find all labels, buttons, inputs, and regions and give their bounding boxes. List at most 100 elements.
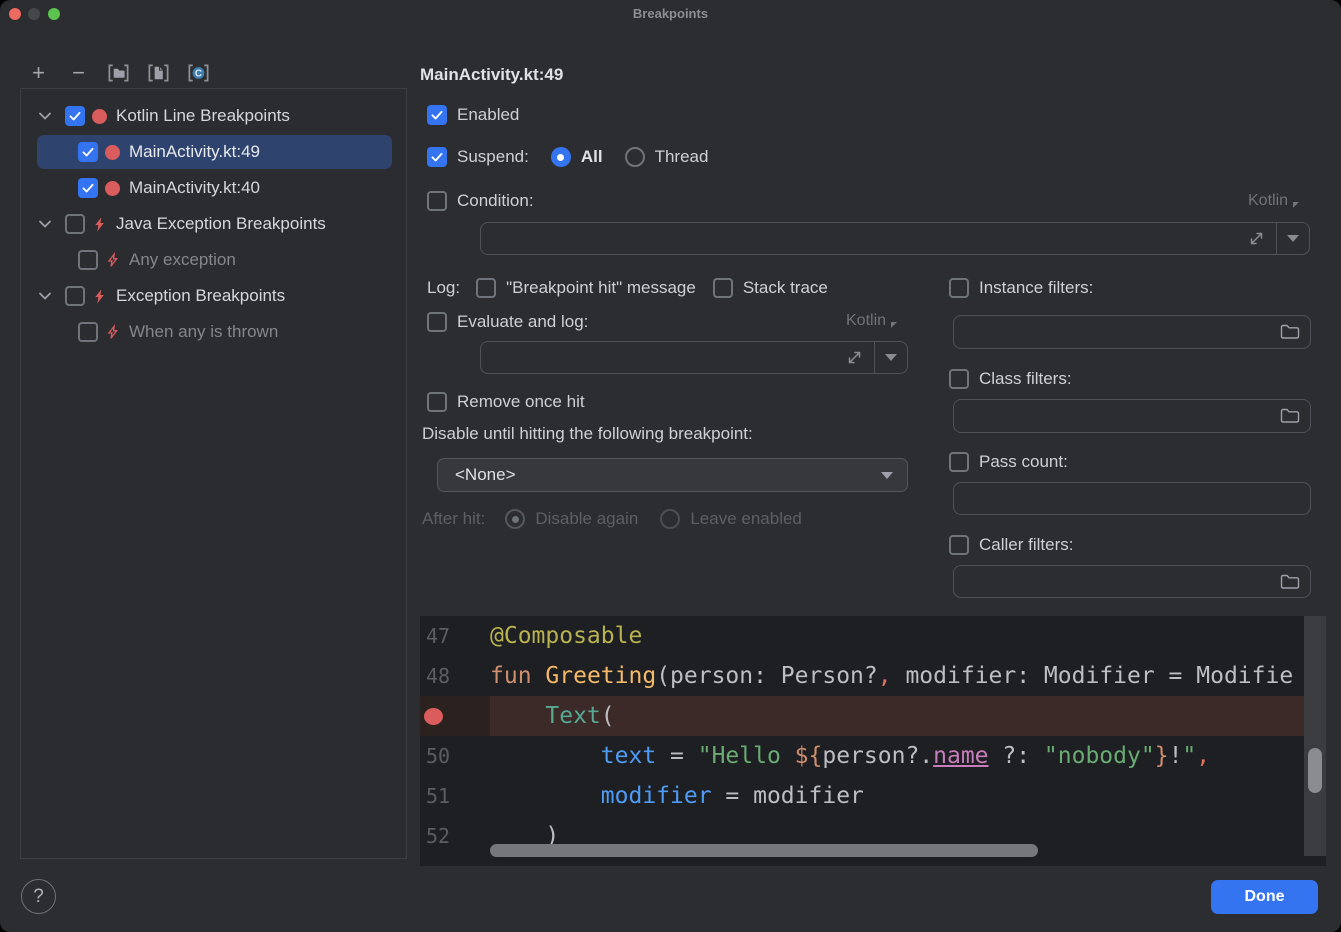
tree-item[interactable]: Java Exception Breakpoints [37, 207, 392, 241]
folder-icon[interactable] [1280, 574, 1300, 590]
chevron-down-icon[interactable] [37, 216, 53, 232]
code-text: text = "Hello ${person?.name ?: "nobody"… [490, 743, 1304, 769]
help-button[interactable]: ? [21, 879, 56, 914]
gutter-line-number: 47 [420, 624, 490, 648]
evaluate-input[interactable] [480, 341, 908, 374]
code-line: 51 modifier = modifier [420, 776, 1326, 816]
tree-item-label: MainActivity.kt:40 [129, 178, 260, 198]
check-icon [68, 109, 82, 123]
done-button[interactable]: Done [1211, 880, 1318, 914]
code-text: modifier = modifier [490, 783, 1304, 809]
disable-until-label: Disable until hitting the following brea… [422, 424, 753, 444]
tree-item-checkbox[interactable] [65, 286, 85, 306]
chevron-down-icon [37, 108, 53, 124]
condition-label: Condition: [457, 191, 534, 211]
suspend-label: Suspend: [457, 147, 529, 167]
breakpoint-dot-icon[interactable] [424, 708, 443, 725]
suspend-thread-radio[interactable] [625, 147, 645, 167]
disable-again-label: Disable again [535, 509, 638, 529]
chevron-down-icon [37, 288, 53, 304]
evaluate-history-dropdown[interactable] [875, 354, 907, 361]
chevron-down-icon[interactable] [37, 288, 53, 304]
gutter-breakpoint[interactable] [420, 696, 490, 736]
expand-icon [1248, 230, 1265, 247]
evaluate-and-log-checkbox[interactable] [427, 312, 447, 332]
tree-item-checkbox[interactable] [78, 322, 98, 342]
check-icon [81, 181, 95, 195]
suspend-all-radio[interactable] [551, 147, 571, 167]
tree-item[interactable]: MainActivity.kt:40 [37, 171, 392, 205]
class-filters-input[interactable] [953, 399, 1311, 433]
leave-enabled-radio[interactable] [660, 509, 680, 529]
horizontal-scrollbar[interactable] [490, 844, 1038, 857]
expand-editor-icon[interactable] [1248, 230, 1265, 247]
remove-breakpoint-button[interactable]: − [67, 61, 90, 84]
instance-filters-input[interactable] [953, 315, 1311, 349]
code-text: Text( [490, 703, 1304, 729]
remove-once-hit-checkbox[interactable] [427, 392, 447, 412]
instance-filters-checkbox[interactable] [949, 278, 969, 298]
tree-item-label: Kotlin Line Breakpoints [116, 106, 290, 126]
class-in-brackets-icon: C [187, 62, 210, 84]
group-by-class-button[interactable] [147, 61, 170, 84]
stack-trace-checkbox[interactable] [713, 278, 733, 298]
condition-input[interactable] [480, 222, 1310, 255]
caller-filters-input[interactable] [953, 565, 1311, 598]
tree-item-checkbox[interactable] [78, 142, 98, 162]
tree-item[interactable]: Any exception [37, 243, 392, 277]
gutter-line-number: 50 [420, 744, 490, 768]
window-title: Breakpoints [0, 6, 1341, 21]
folder-icon[interactable] [1280, 408, 1300, 424]
group-by-file-button[interactable] [107, 61, 130, 84]
exception-bolt-outline-icon [105, 324, 120, 341]
expand-editor-icon[interactable] [846, 349, 863, 366]
gutter-line-number: 52 [420, 824, 490, 848]
code-text: @Composable [490, 623, 1304, 649]
tree-item-checkbox[interactable] [65, 106, 85, 126]
instance-filters-label: Instance filters: [979, 278, 1093, 298]
suspend-thread-label: Thread [655, 147, 709, 167]
tree-item-checkbox[interactable] [65, 214, 85, 234]
tree-item-checkbox[interactable] [78, 250, 98, 270]
tree-item[interactable]: Exception Breakpoints [37, 279, 392, 313]
evaluate-and-log-label: Evaluate and log: [457, 312, 588, 332]
tree-item-label: Java Exception Breakpoints [116, 214, 326, 234]
gutter-line-number: 48 [420, 664, 490, 688]
suspend-all-label: All [581, 147, 603, 167]
folder-icon[interactable] [1280, 324, 1300, 340]
pass-count-checkbox[interactable] [949, 452, 969, 472]
add-breakpoint-button[interactable]: + [27, 61, 50, 84]
check-icon [430, 150, 444, 164]
tree-item[interactable]: Kotlin Line Breakpoints [37, 99, 392, 133]
log-message-label: "Breakpoint hit" message [506, 278, 696, 298]
pass-count-input[interactable] [953, 482, 1311, 515]
dropdown-arrow-icon [885, 354, 897, 361]
tree-item-label: When any is thrown [129, 322, 278, 342]
condition-history-dropdown[interactable] [1277, 235, 1309, 242]
evaluate-language-selector[interactable]: Kotlin [846, 312, 897, 330]
class-filters-checkbox[interactable] [949, 369, 969, 389]
dropdown-arrow-icon [881, 472, 893, 479]
group-by-current-class-button[interactable]: C [187, 61, 210, 84]
gutter-line-number: 51 [420, 784, 490, 808]
log-message-checkbox[interactable] [476, 278, 496, 298]
exception-bolt-icon [92, 216, 107, 233]
tree-item[interactable]: When any is thrown [37, 315, 392, 349]
caller-filters-checkbox[interactable] [949, 535, 969, 555]
disable-until-dropdown[interactable]: <None> [437, 458, 908, 492]
file-in-brackets-icon [147, 62, 170, 84]
chevron-down-icon[interactable] [37, 108, 53, 124]
breakpoints-tree: Kotlin Line Breakpoints MainActivity.kt:4… [20, 88, 407, 859]
condition-language-selector[interactable]: Kotlin [1248, 192, 1299, 210]
tree-item[interactable]: MainActivity.kt:49 [37, 135, 392, 169]
vertical-scrollbar-thumb[interactable] [1308, 748, 1322, 793]
vertical-scrollbar-track[interactable] [1304, 616, 1326, 856]
leave-enabled-label: Leave enabled [690, 509, 802, 529]
condition-checkbox[interactable] [427, 191, 447, 211]
suspend-checkbox[interactable] [427, 147, 447, 167]
enabled-checkbox[interactable] [427, 105, 447, 125]
folder-in-brackets-icon [107, 62, 130, 84]
tree-item-checkbox[interactable] [78, 178, 98, 198]
language-arrow-icon [891, 322, 897, 328]
disable-again-radio[interactable] [505, 509, 525, 529]
